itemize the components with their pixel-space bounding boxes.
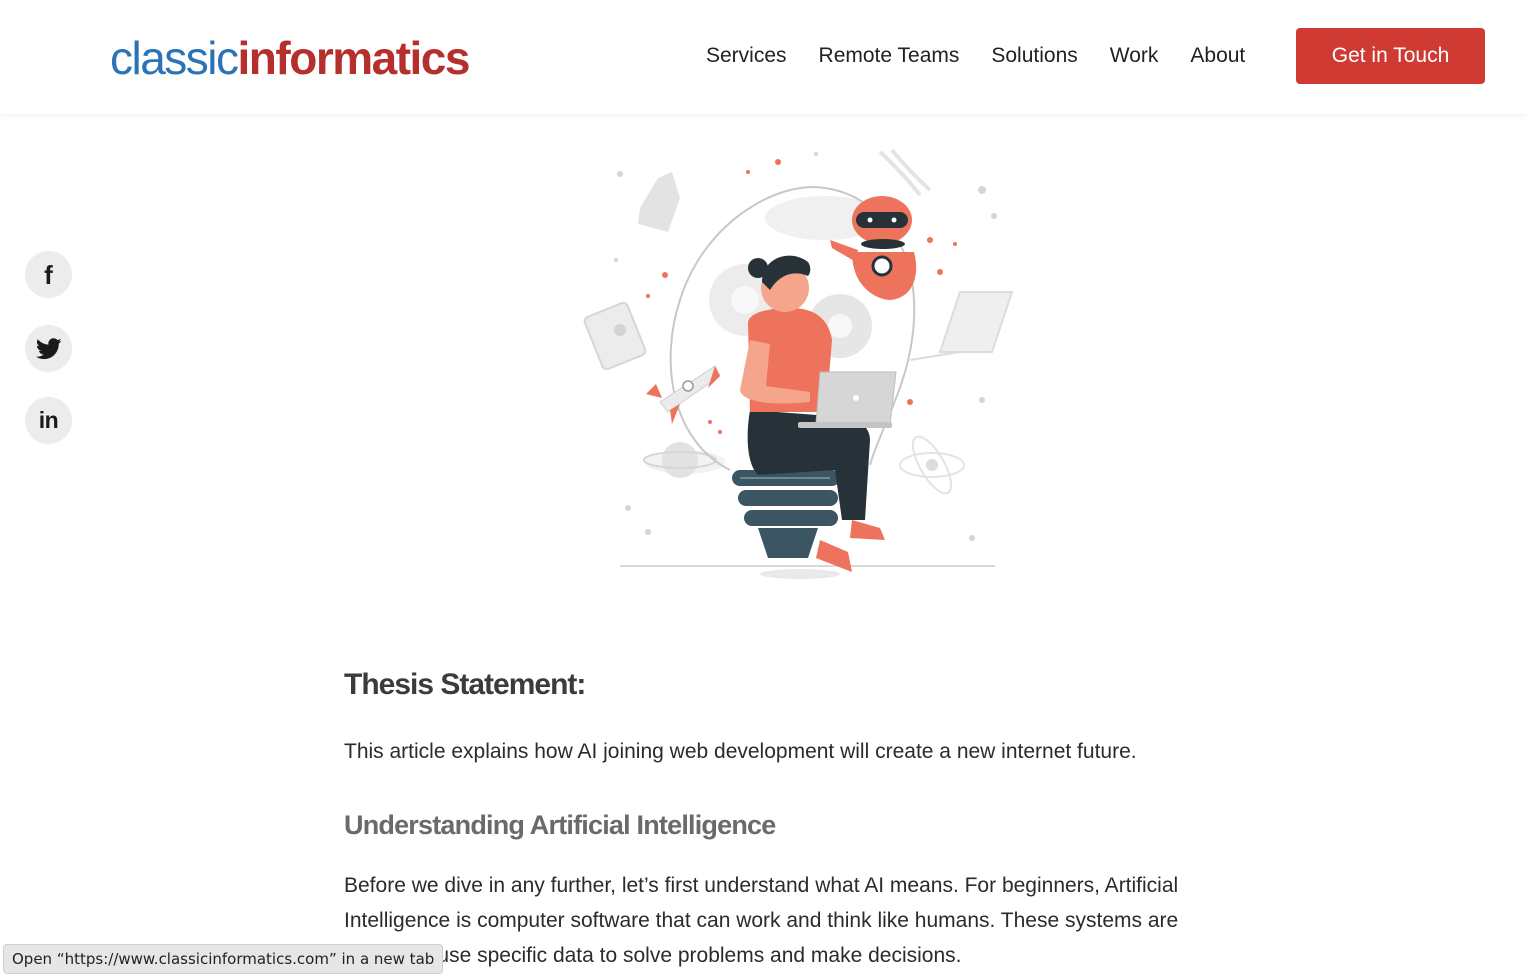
nav-item-solutions[interactable]: Solutions <box>991 44 1077 68</box>
facebook-icon: f <box>44 259 53 290</box>
logo-classic: classic <box>110 32 239 84</box>
get-in-touch-button[interactable]: Get in Touch <box>1296 28 1485 84</box>
section-heading: Understanding Artificial Intelligence <box>344 810 776 840</box>
page: classicinformatics Services Remote Teams… <box>0 0 1527 974</box>
body-paragraph: Before we dive in any further, let’s fir… <box>344 874 1179 967</box>
nav-item-services[interactable]: Services <box>706 44 787 68</box>
thesis-heading: Thesis Statement: <box>344 668 586 701</box>
twitter-share-button[interactable] <box>25 325 72 372</box>
logo-informatics: informatics <box>237 32 471 84</box>
site-logo[interactable]: classicinformatics <box>110 28 471 88</box>
twitter-icon <box>35 337 62 359</box>
link-status-bar: Open “https://www.classicinformatics.com… <box>3 944 444 974</box>
ai-illustration <box>583 148 1014 579</box>
main-nav: Services Remote Teams Solutions Work Abo… <box>690 28 1261 84</box>
facebook-share-button[interactable]: f <box>25 251 72 298</box>
thesis-text: This article explains how AI joining web… <box>344 740 1137 763</box>
linkedin-share-button[interactable]: in <box>25 397 72 444</box>
nav-item-work[interactable]: Work <box>1110 44 1159 68</box>
nav-item-remote-teams[interactable]: Remote Teams <box>819 44 960 68</box>
nav-item-about[interactable]: About <box>1190 44 1245 68</box>
linkedin-icon: in <box>38 407 59 433</box>
site-header: classicinformatics Services Remote Teams… <box>0 0 1527 114</box>
